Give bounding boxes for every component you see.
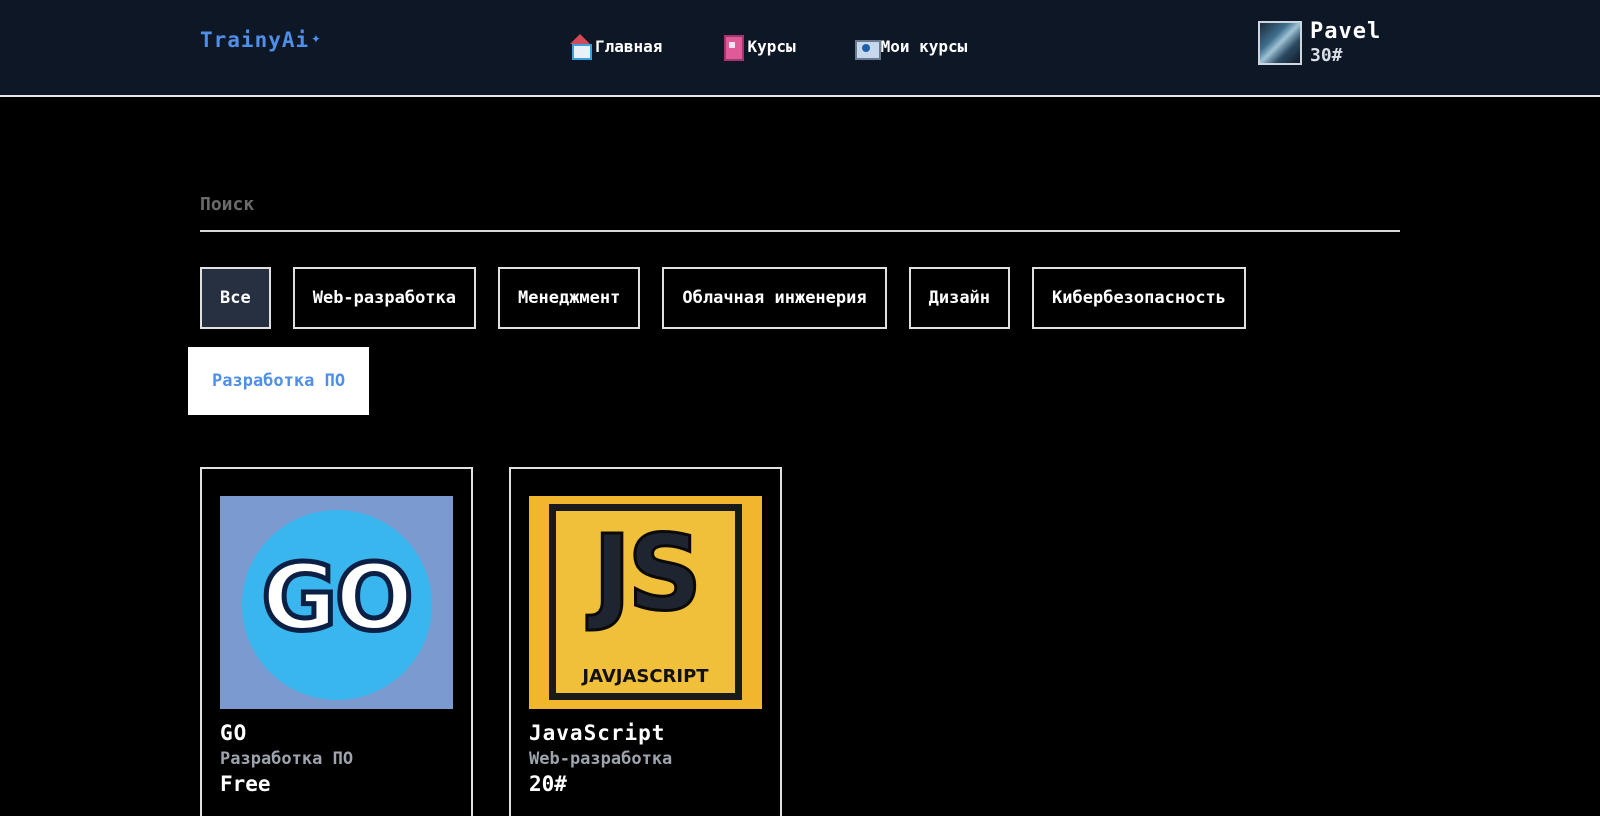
filter-management[interactable]: Менеджмент	[498, 267, 641, 329]
js-logo-text: JS	[591, 511, 704, 636]
course-category: Разработка ПО	[220, 749, 354, 769]
nav-my-courses[interactable]: Мои курсы	[854, 34, 968, 60]
filter-cloud-engineering[interactable]: Облачная инженерия	[662, 267, 887, 329]
nav-my-courses-label: Мои курсы	[880, 36, 968, 56]
course-price: 20#	[529, 772, 567, 796]
filter-web-dev[interactable]: Web-разработка	[292, 267, 477, 329]
search-input[interactable]	[200, 180, 1400, 228]
course-title: JavaScript	[529, 721, 666, 745]
main-nav: Главная Курсы Мои курсы	[568, 34, 968, 61]
filter-design[interactable]: Дизайн	[908, 267, 1011, 329]
course-category: Web-разработка	[529, 749, 673, 769]
nav-courses-label: Курсы	[747, 36, 796, 56]
filter-software-dev[interactable]: Разработка ПО	[188, 347, 370, 415]
course-card-javascript[interactable]: JS JAVJASCRIPT JavaScript Web-разработка…	[509, 467, 782, 816]
course-list: GO GO Разработка ПО Free JS JAVJASCRIPT …	[200, 467, 818, 816]
top-header: TrainyAi ✦ Главная Курсы Мои курсы Pavel …	[0, 0, 1600, 97]
filter-all[interactable]: Все	[200, 267, 271, 329]
brand-logo[interactable]: TrainyAi ✦	[200, 28, 322, 52]
home-icon	[568, 34, 592, 60]
book-icon	[720, 34, 745, 61]
brand-logo-text: TrainyAi	[200, 28, 310, 52]
search-bar	[200, 180, 1400, 232]
course-title: GO	[220, 721, 248, 745]
nav-home[interactable]: Главная	[568, 34, 663, 60]
category-filters: Все Web-разработка Менеджмент Облачная и…	[188, 267, 1320, 415]
sparkle-icon: ✦	[311, 28, 322, 47]
user-name: Pavel	[1310, 19, 1382, 44]
course-card-go[interactable]: GO GO Разработка ПО Free	[200, 467, 473, 816]
go-logo-text: GO	[259, 542, 416, 654]
nav-courses[interactable]: Курсы	[720, 34, 796, 61]
user-balance: 30#	[1310, 45, 1343, 66]
filter-cybersecurity[interactable]: Кибербезопасность	[1032, 267, 1247, 329]
user-profile[interactable]: Pavel 30#	[1258, 21, 1381, 65]
camera-icon	[854, 34, 881, 60]
js-logo-subtext: JAVJASCRIPT	[582, 666, 709, 687]
nav-home-label: Главная	[595, 36, 663, 56]
course-price: Free	[220, 772, 271, 796]
course-image-javascript: JS JAVJASCRIPT	[529, 496, 762, 709]
avatar	[1258, 21, 1302, 65]
course-image-go: GO	[220, 496, 453, 709]
